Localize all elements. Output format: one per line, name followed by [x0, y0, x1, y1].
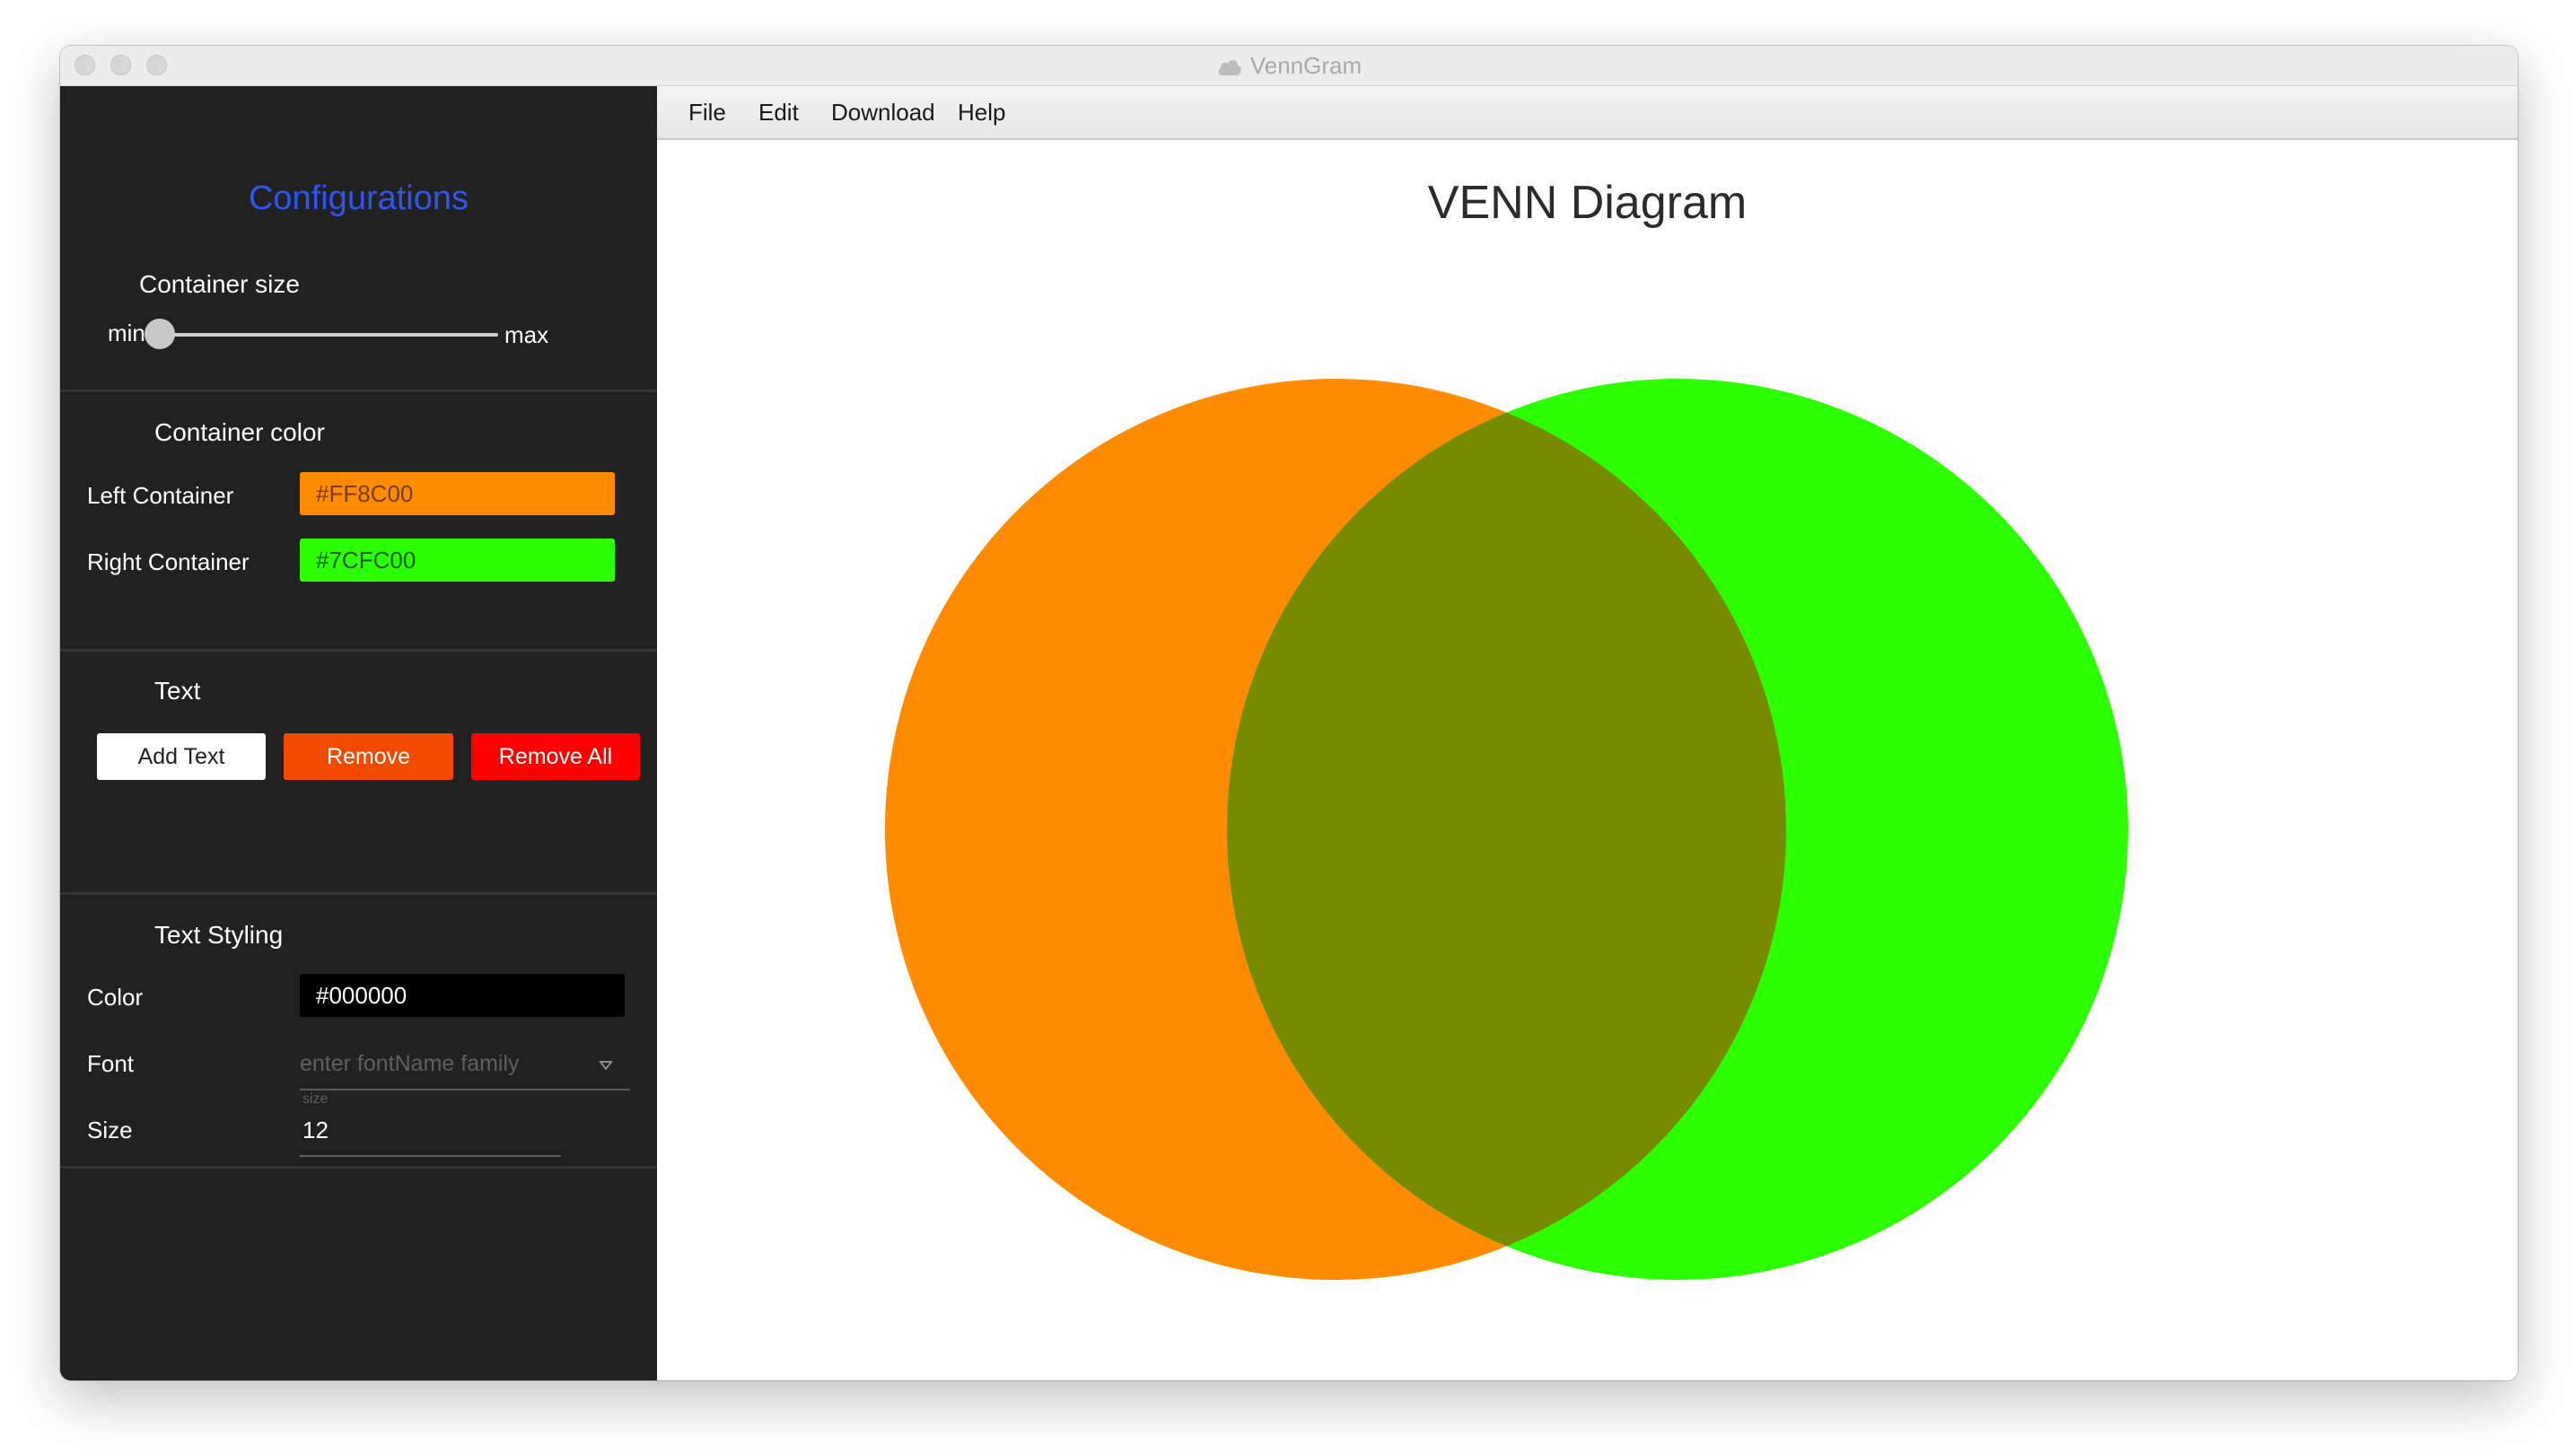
add-text-button[interactable]: Add Text	[97, 733, 266, 780]
configuration-sidebar: Configurations Container size min max Co…	[60, 86, 657, 1380]
venn-diagram	[885, 379, 2128, 1280]
divider	[60, 649, 657, 652]
container-size-title: Container size	[139, 270, 300, 298]
divider	[60, 1166, 657, 1169]
menu-file[interactable]: File	[688, 86, 726, 138]
remove-button[interactable]: Remove	[284, 733, 453, 780]
right-container-label: Right Container	[87, 548, 250, 575]
cloud-icon	[1218, 60, 1241, 75]
configurations-heading: Configurations	[248, 180, 469, 217]
text-styling-title: Text Styling	[154, 921, 284, 949]
left-container-color-picker[interactable]: #FF8C00	[300, 472, 615, 515]
text-color-picker[interactable]: #000000	[300, 974, 625, 1017]
size-input[interactable]: 12	[302, 1117, 329, 1144]
app-window: VennGram Configurations Container size m…	[60, 46, 2518, 1380]
window-title: VennGram	[1249, 51, 1362, 79]
divider	[60, 390, 657, 392]
slider-max-label: max	[504, 321, 549, 348]
text-color-label: Color	[87, 984, 144, 1011]
font-label: Font	[87, 1050, 135, 1077]
container-size-slider-thumb[interactable]	[145, 319, 175, 349]
font-combo-placeholder[interactable]: enter fontName family	[300, 1051, 520, 1077]
menu-download[interactable]: Download	[831, 86, 935, 138]
container-size-slider[interactable]	[159, 333, 498, 337]
size-input-underline	[300, 1155, 561, 1157]
font-combo-underline	[300, 1089, 630, 1090]
size-field-hint: size	[302, 1091, 329, 1107]
text-section-title: Text	[154, 677, 201, 705]
size-label: Size	[87, 1117, 133, 1143]
left-container-label: Left Container	[87, 482, 234, 509]
container-color-title: Container color	[154, 418, 325, 446]
menu-help[interactable]: Help	[958, 86, 1005, 138]
menu-edit[interactable]: Edit	[758, 86, 799, 138]
right-container-color-picker[interactable]: #7CFC00	[300, 539, 615, 582]
divider	[60, 892, 657, 895]
title-bar: VennGram	[60, 46, 2518, 86]
menu-bar: File Edit Download Help	[657, 86, 2518, 140]
chevron-down-icon[interactable]	[596, 1055, 616, 1075]
main-panel: File Edit Download Help VENN Diagram	[657, 86, 2518, 1380]
slider-min-label: min	[108, 320, 145, 346]
remove-all-button[interactable]: Remove All	[471, 733, 640, 780]
